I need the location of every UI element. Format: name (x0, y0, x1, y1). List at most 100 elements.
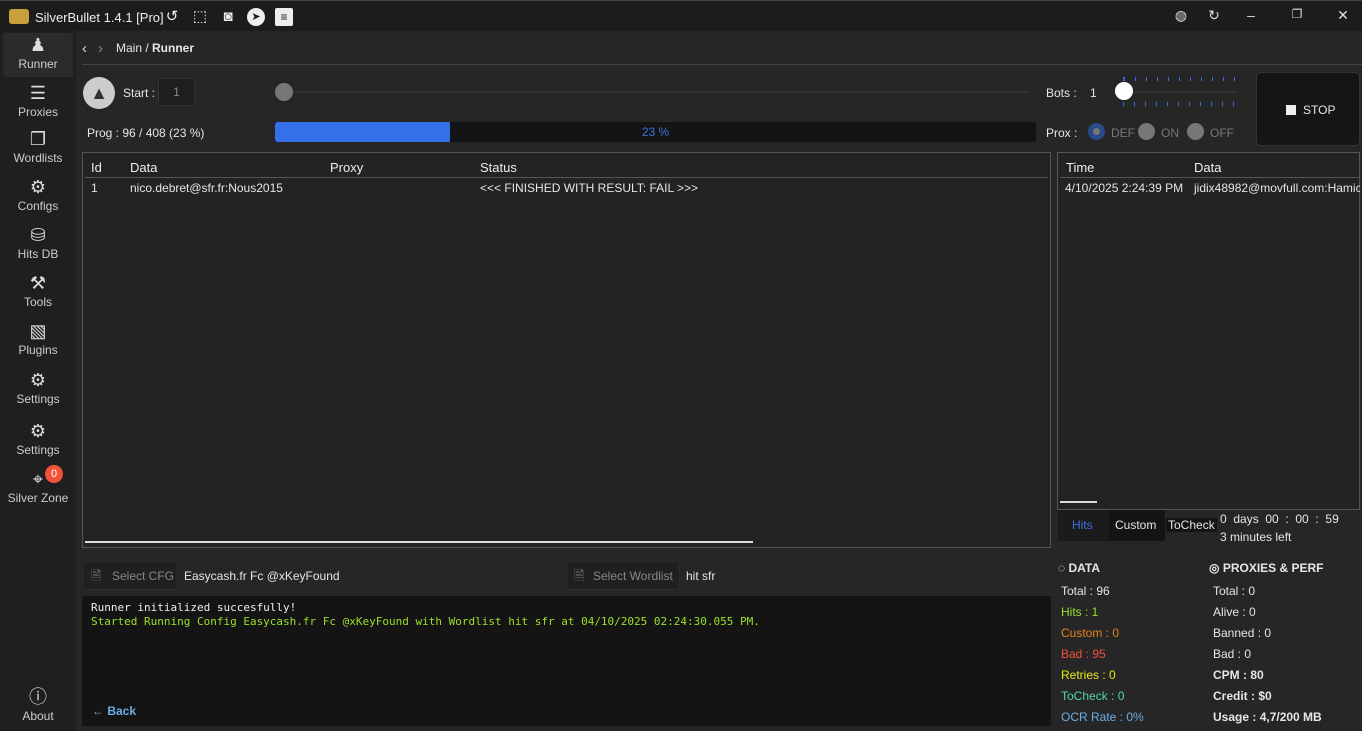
stat-cpm: CPM : 80 (1213, 668, 1264, 682)
stat-label: Total : (1061, 584, 1097, 598)
maximize-button[interactable]: ❐ (1282, 7, 1312, 21)
progress-label: Prog : 96 / 408 (23 %) (87, 126, 205, 140)
stat-value: 96 (1096, 584, 1110, 598)
stat-hits: Hits : 1 (1061, 605, 1098, 619)
help-icon: ⓘ (29, 687, 47, 707)
stat-value: 1 (1091, 605, 1099, 619)
stat-value: 0 (1244, 647, 1252, 661)
sidebar-item-hits-db[interactable]: ⛁ Hits DB (3, 223, 73, 267)
column-header-data[interactable]: Data (1194, 160, 1221, 175)
sidebar-item-wordlists[interactable]: ❐ Wordlists (3, 127, 73, 171)
sidebar-item-core-settings[interactable]: ⚙ Settings (3, 419, 73, 463)
start-slider-thumb[interactable] (275, 83, 293, 101)
stat-value: $0 (1258, 689, 1272, 703)
sidebar-item-sb-settings[interactable]: ⚙ Settings (3, 368, 73, 412)
sidebar-item-about[interactable]: ⓘ About (3, 685, 73, 729)
column-header-status[interactable]: Status (480, 160, 517, 175)
start-slider-track[interactable] (283, 91, 1028, 93)
tools-icon: ⚒ (29, 273, 47, 293)
start-input[interactable]: 1 (158, 78, 195, 106)
stat-bad: Bad : 95 (1061, 647, 1106, 661)
sidebar-item-configs[interactable]: ⚙ Configs (3, 175, 73, 219)
forward-arrow-icon[interactable]: › (98, 40, 103, 57)
sync-icon[interactable]: ↻ (1199, 7, 1229, 24)
core-settings-icon: ⚙ (29, 421, 47, 441)
bots-slider-thumb[interactable] (1115, 82, 1133, 100)
tab-hits[interactable]: Hits (1072, 518, 1093, 532)
select-cfg-button[interactable]: 🗎 Select CFG (82, 561, 178, 590)
header-divider (85, 177, 1048, 178)
sidebar: ♟ Runner ☰ Proxies ❐ Wordlists ⚙ Configs ⛁ Hi… (0, 31, 76, 731)
wordlist-value: hit sfr (686, 569, 716, 583)
cfg-value: Easycash.fr Fc @xKeyFound (184, 569, 340, 583)
stat-value: 0 (1249, 605, 1256, 619)
app-logo (9, 9, 29, 24)
column-header-id[interactable]: Id (91, 160, 102, 175)
time-left: 3 minutes left (1220, 530, 1292, 544)
select-wordlist-button[interactable]: 🗎 Select Wordlist (566, 561, 680, 590)
table-row[interactable]: 1 nico.debret@sfr.fr:Nous2015 <<< FINISH… (83, 179, 1048, 197)
stat-value: 80 (1250, 668, 1264, 682)
sidebar-item-runner[interactable]: ♟ Runner (3, 33, 73, 77)
sidebar-item-silver-zone[interactable]: ⌖ 0 Silver Zone (3, 465, 73, 511)
stat-total: Total : 96 (1061, 584, 1110, 598)
horizontal-scrollbar[interactable] (1060, 501, 1097, 503)
stat-label: CPM : (1213, 668, 1251, 682)
prox-radio-off[interactable] (1187, 123, 1204, 140)
tab-custom[interactable]: Custom (1115, 518, 1156, 532)
copy-icon: ❐ (29, 129, 47, 149)
notification-badge: 0 (45, 465, 63, 483)
back-arrow-icon[interactable]: ‹ (82, 40, 87, 57)
file-settings-icon: 🗎 (91, 568, 102, 583)
column-header-time[interactable]: Time (1066, 160, 1094, 175)
telegram-icon[interactable]: ➤ (247, 8, 265, 26)
title-bar: SilverBullet 1.4.1 [Pro] ↺ ⬚ ◙ ➤ ≡ ◍ ↻ –… (0, 0, 1362, 31)
horizontal-scrollbar[interactable] (85, 541, 753, 543)
breadcrumb: Main / Runner (116, 41, 195, 55)
notes-icon[interactable]: ≡ (275, 8, 293, 26)
sidebar-item-tools[interactable]: ⚒ Tools (3, 271, 73, 315)
stat-value: 0 (1109, 668, 1116, 682)
sidebar-item-proxies[interactable]: ☰ Proxies (3, 81, 73, 125)
arrow-left-icon: ← (92, 704, 108, 718)
refresh-icon: ◌ (1058, 561, 1069, 575)
sb-settings-icon: ⚙ (29, 370, 47, 390)
bullet-icon: ▲ (83, 77, 115, 109)
column-header-proxy[interactable]: Proxy (330, 160, 363, 175)
stat-label: Hits : (1061, 605, 1092, 619)
perf-stats-title: ◎ PROXIES & PERF (1209, 561, 1324, 575)
history-icon[interactable]: ↺ (163, 8, 181, 26)
results-table: Id Data Proxy Status 1 nico.debret@sfr.f… (82, 152, 1051, 548)
minimize-button[interactable]: – (1236, 7, 1266, 23)
stat-retries: Retries : 0 (1061, 668, 1116, 682)
hit-row[interactable]: 4/10/2025 2:24:39 PM jidix48982@movfull.… (1058, 179, 1360, 197)
prox-radio-def[interactable] (1088, 123, 1105, 140)
log-line: Runner initialized succesfully! (91, 601, 297, 614)
bots-slider-track[interactable] (1123, 91, 1236, 93)
header-divider (1060, 177, 1360, 178)
stat-label: Banned : (1213, 626, 1265, 640)
progress-text: 23 % (641, 125, 670, 139)
stat-value: 0% (1126, 710, 1144, 724)
stat-value: 0 (1264, 626, 1272, 640)
tab-tocheck[interactable]: ToCheck (1166, 518, 1217, 532)
screenshot-icon[interactable]: ⬚ (191, 8, 209, 26)
prox-label: Prox : (1046, 126, 1078, 140)
stat-value: 95 (1092, 647, 1106, 661)
stat-label: Retries : (1061, 668, 1110, 682)
stat-label: Bad : (1213, 647, 1245, 661)
sidebar-item-plugins[interactable]: ▧ Plugins (3, 319, 73, 363)
stat-label: Total : (1213, 584, 1249, 598)
prox-radio-on[interactable] (1138, 123, 1155, 140)
divider (82, 64, 1362, 65)
column-header-data[interactable]: Data (130, 160, 157, 175)
close-button[interactable]: ✕ (1328, 7, 1358, 24)
stat-alive: Alive : 0 (1213, 605, 1256, 619)
stat-label: Custom : (1061, 626, 1113, 640)
stop-button[interactable]: STOP (1256, 72, 1360, 146)
globe-icon[interactable]: ◍ (1166, 7, 1196, 24)
stat-usage: Usage : 4,7/200 MB (1213, 710, 1322, 724)
progress-bar: 23 % (275, 122, 1036, 142)
discord-icon[interactable]: ◙ (219, 8, 237, 26)
back-button[interactable]: ← Back (92, 704, 136, 718)
